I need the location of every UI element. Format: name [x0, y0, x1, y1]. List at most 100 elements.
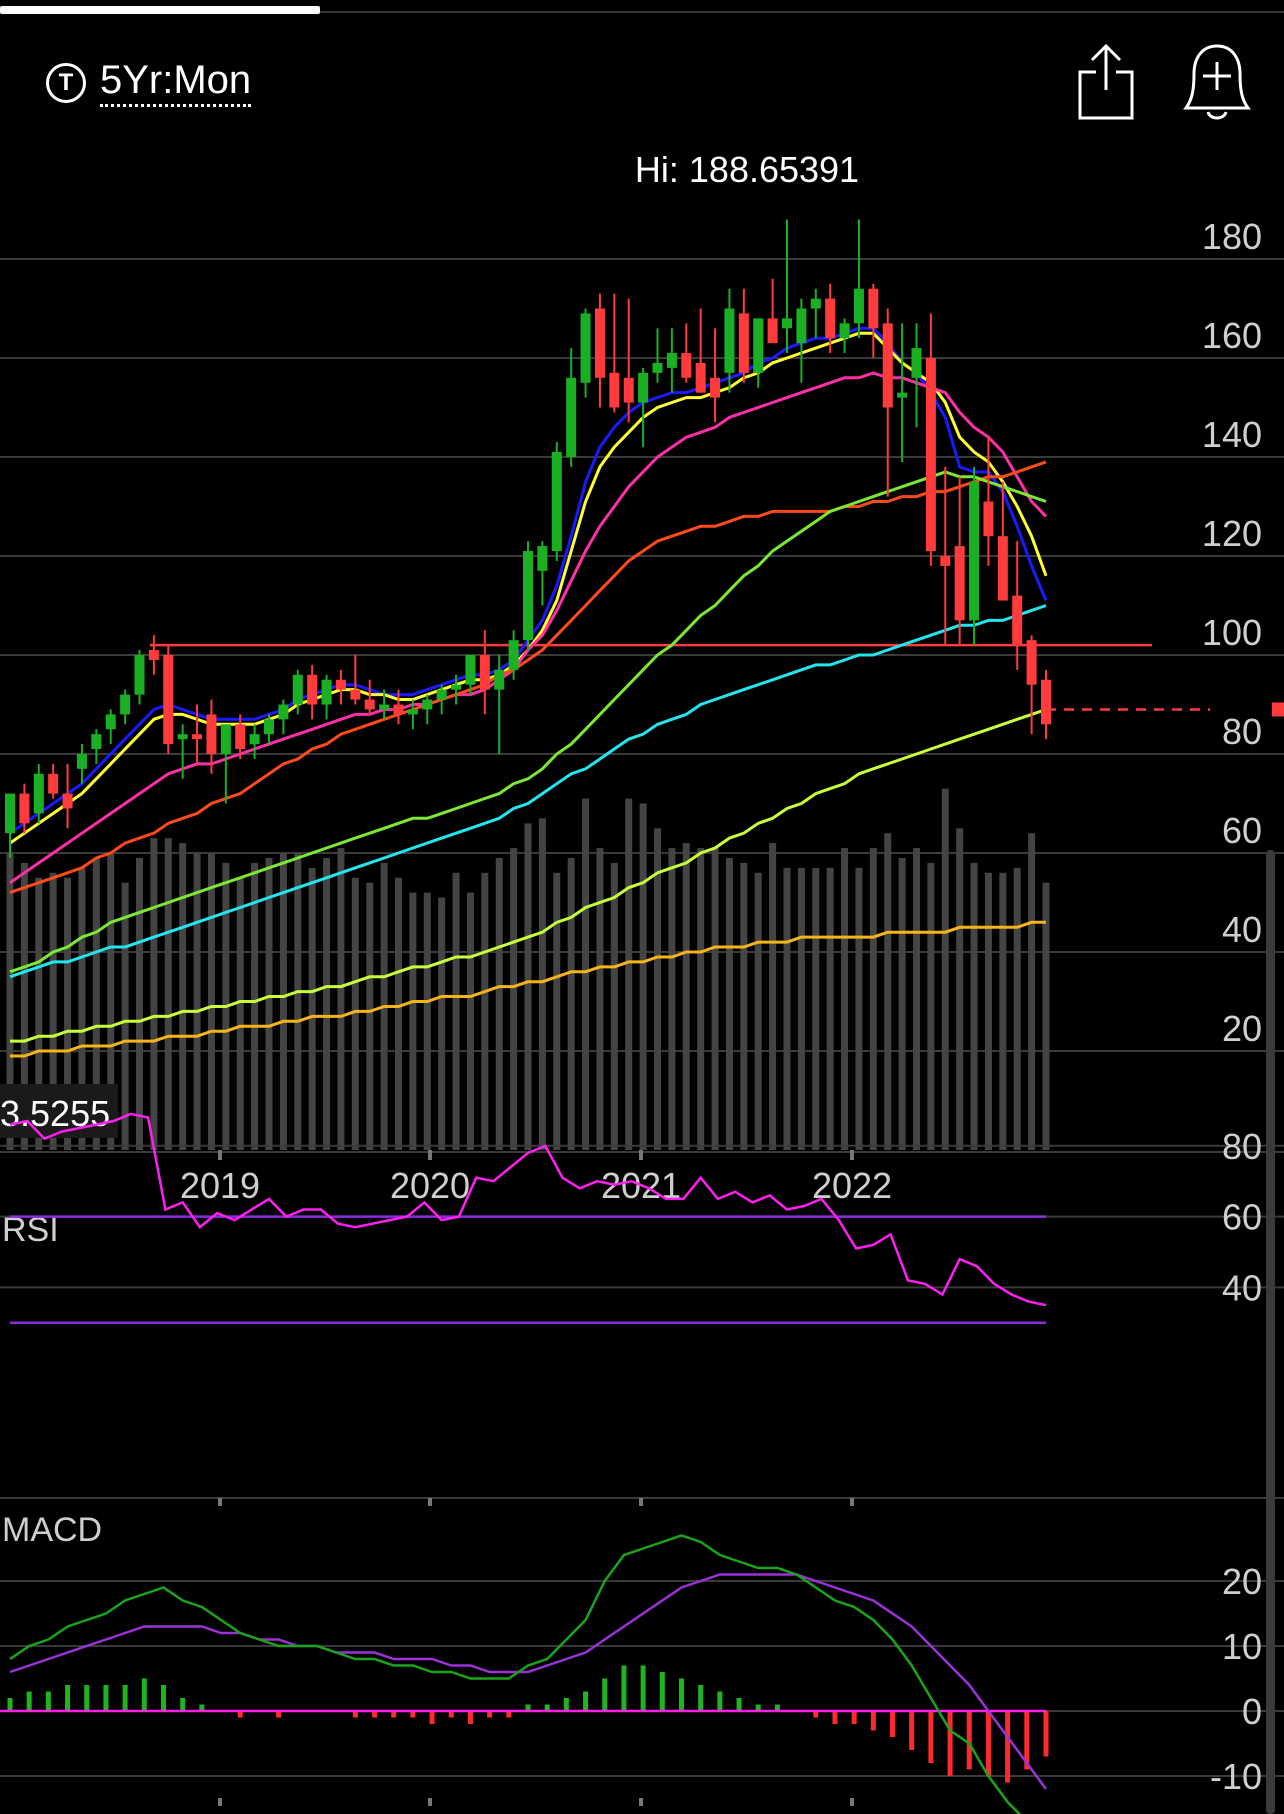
macd-histogram-bar: [678, 1678, 684, 1711]
volume-bar: [869, 848, 877, 1150]
price-tick-label: 160: [1202, 315, 1262, 356]
macd-histogram-bar: [122, 1685, 128, 1711]
volume-bar: [769, 843, 777, 1150]
volume-bar: [423, 892, 431, 1150]
candle-body: [652, 362, 663, 373]
volume-bar: [1013, 867, 1021, 1150]
volume-bar: [956, 828, 964, 1150]
candle-body: [134, 655, 145, 695]
volume-bar: [150, 838, 158, 1150]
volume-bar: [236, 877, 244, 1150]
candle-body: [738, 313, 749, 373]
candle-body: [997, 536, 1008, 601]
candle-body: [508, 640, 519, 670]
candle-body: [825, 298, 836, 339]
candle-body: [393, 704, 404, 715]
volume-bar: [395, 877, 402, 1150]
candle-body: [594, 308, 605, 378]
volume-bar: [438, 897, 446, 1150]
candle-body: [1012, 595, 1023, 646]
candle-body: [1041, 679, 1051, 725]
candle-body: [911, 348, 922, 378]
macd-histogram-bar: [832, 1711, 838, 1724]
candle-body: [33, 773, 44, 814]
macd-histogram-bar: [909, 1711, 915, 1750]
candle-body: [710, 377, 721, 398]
volume-bar: [366, 882, 374, 1150]
candle-body: [206, 714, 217, 754]
volume-bar: [740, 862, 748, 1150]
candle-body: [264, 719, 274, 735]
macd-histogram-bar: [1043, 1711, 1049, 1757]
volume-bar: [625, 798, 633, 1150]
volume-bar: [466, 892, 474, 1150]
volume-bar: [279, 853, 287, 1150]
candle-body: [364, 699, 375, 710]
volume-bar: [524, 823, 532, 1150]
macd-histogram-bar: [602, 1678, 608, 1711]
candle-body: [148, 650, 159, 660]
candle-body: [1026, 640, 1037, 685]
volume-bar: [682, 843, 690, 1150]
candle-body: [105, 714, 116, 730]
volume-bar: [308, 867, 316, 1150]
macd-histogram-bar: [45, 1691, 51, 1711]
volume-bar: [725, 857, 733, 1150]
volume-bar: [639, 803, 647, 1150]
volume-bar: [351, 877, 359, 1150]
volume-bar: [812, 867, 820, 1150]
volume-bar: [941, 788, 949, 1150]
candle-body: [782, 318, 792, 329]
candle-body: [839, 323, 850, 339]
scrollbar: [1266, 850, 1275, 1814]
stock-chart[interactable]: 18016014012010080604020Hi: 188.653913.52…: [0, 0, 1284, 1814]
candle-body: [235, 724, 246, 750]
price-tick-label: 20: [1222, 1008, 1262, 1049]
macd-histogram-bar: [698, 1685, 704, 1711]
volume-bar: [251, 862, 259, 1150]
candle-body: [580, 313, 591, 383]
volume-bar: [265, 857, 273, 1150]
candle-body: [422, 699, 433, 710]
volume-bar: [567, 857, 575, 1150]
candle-body: [479, 655, 490, 690]
candle-body: [566, 377, 577, 457]
macd-histogram-bar: [851, 1711, 857, 1724]
candle-body: [379, 704, 390, 710]
volume-bar: [1028, 833, 1036, 1150]
candle-body: [753, 318, 764, 373]
high-value-label: Hi: 188.65391: [635, 149, 859, 190]
candle-body: [609, 372, 620, 408]
candle-body: [19, 793, 30, 824]
macd-line: [9, 1534, 1022, 1814]
macd-histogram-bar: [947, 1711, 953, 1776]
volume-bar: [207, 853, 215, 1150]
macd-histogram-bar: [640, 1665, 646, 1711]
volume-bar: [538, 818, 546, 1150]
candle-body: [681, 353, 692, 378]
volume-bar: [596, 848, 604, 1150]
volume-bar: [179, 843, 187, 1150]
macd-histogram-bar: [985, 1711, 991, 1776]
macd-histogram-bar: [890, 1711, 896, 1737]
volume-bar: [495, 857, 503, 1150]
candle-body: [177, 734, 188, 740]
macd-histogram-bar: [141, 1678, 147, 1711]
candle-body: [897, 392, 908, 398]
volume-bar: [884, 833, 892, 1150]
candle-body: [523, 551, 533, 641]
candle-body: [249, 734, 260, 745]
volume-bar: [582, 798, 590, 1150]
volume-bar: [337, 848, 345, 1150]
x-axis-label: 2022: [812, 1165, 892, 1206]
macd-histogram-bar: [7, 1698, 13, 1711]
candle-body: [5, 793, 15, 834]
volume-bar: [754, 872, 762, 1150]
candle-body: [220, 724, 231, 754]
volume-bar: [164, 838, 172, 1150]
candle-body: [451, 684, 462, 690]
candle-body: [321, 679, 332, 705]
volume-bar: [193, 853, 201, 1150]
volume-bar: [654, 828, 661, 1150]
volume-bar: [668, 848, 676, 1150]
